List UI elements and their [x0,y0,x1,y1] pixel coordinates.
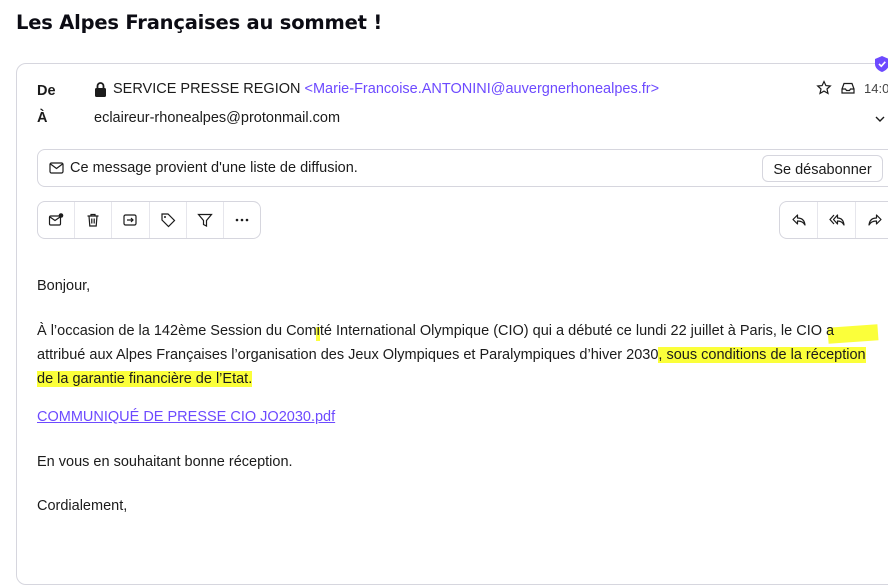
envelope-icon [49,162,64,174]
mark-unread-button[interactable] [38,202,76,238]
unsubscribe-button[interactable]: Se désabonner [762,155,883,182]
mark-unread-icon [48,213,64,226]
sender-name: SERVICE PRESSE REGION [113,81,301,97]
move-icon [123,214,138,226]
reply-button[interactable] [780,202,818,238]
message-time: 14:07 [864,80,888,96]
reply-icon [791,214,806,226]
star-icon[interactable] [816,80,832,96]
banner-text: Ce message provient d'une liste de diffu… [70,160,358,176]
inbox-icon[interactable] [840,80,856,96]
message-paragraph: À l’occasion de la 142ème Session du Com… [37,319,882,391]
reply-all-icon [828,214,845,226]
from-label: De [37,83,56,99]
closing-line: En vous en souhaitant bonne réception. [37,454,293,470]
forward-icon [867,214,882,226]
trash-button[interactable] [75,202,113,238]
tag-button[interactable] [150,202,187,238]
sender-address[interactable]: <Marie-Francoise.ANTONINI@auvergnerhonea… [305,81,660,97]
filter-icon [196,213,213,227]
header-actions: 14:07 [816,80,888,96]
mailing-list-banner: Ce message provient d'une liste de diffu… [37,149,888,187]
verified-shield-icon [875,56,888,72]
lock-icon [95,81,106,97]
message-toolbar [37,201,261,239]
chevron-down-icon[interactable] [873,112,887,126]
to-label: À [37,110,48,126]
email-subject: Les Alpes Françaises au sommet ! [16,11,383,34]
more-icon [235,218,249,222]
filter-button[interactable] [187,202,224,238]
forward-button[interactable] [856,202,888,238]
signoff: Cordialement, [37,498,128,514]
move-button[interactable] [112,202,150,238]
reply-all-button[interactable] [818,202,856,238]
more-button[interactable] [224,202,260,238]
attachment-link[interactable]: COMMUNIQUÉ DE PRESSE CIO JO2030.pdf [37,409,335,425]
recipient-address[interactable]: eclaireur-rhonealpes@protonmail.com [94,110,340,126]
attachment-link-text[interactable]: COMMUNIQUÉ DE PRESSE CIO JO2030.pdf [37,409,335,425]
sender[interactable]: SERVICE PRESSE REGION <Marie-Francoise.A… [94,81,659,97]
greeting: Bonjour, [37,278,91,294]
reply-toolbar [779,201,888,239]
tag-icon [160,213,175,228]
trash-icon [87,213,99,227]
